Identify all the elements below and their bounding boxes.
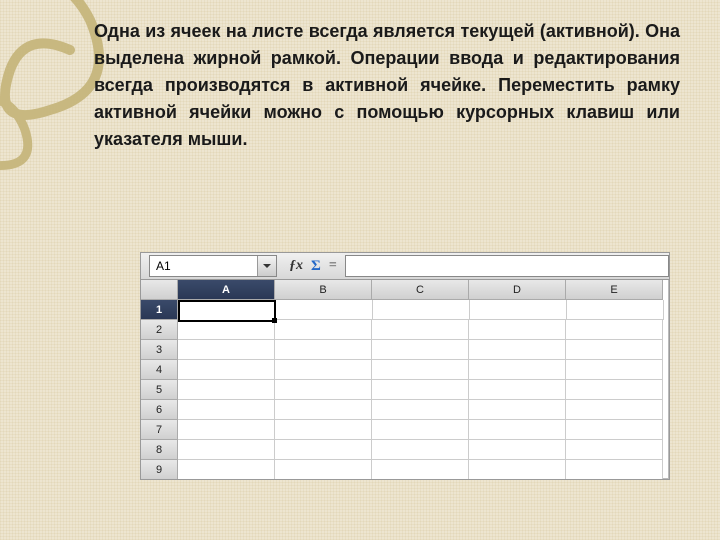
cell[interactable] bbox=[275, 380, 372, 400]
col-header-C[interactable]: C bbox=[372, 280, 469, 300]
cell[interactable] bbox=[469, 460, 566, 480]
cell[interactable] bbox=[275, 320, 372, 340]
table-row: 9 bbox=[141, 460, 669, 480]
table-row: 2 bbox=[141, 320, 669, 340]
cell[interactable] bbox=[469, 440, 566, 460]
cell[interactable] bbox=[469, 340, 566, 360]
name-box-value: A1 bbox=[156, 259, 171, 273]
cell[interactable] bbox=[372, 460, 469, 480]
cell[interactable] bbox=[178, 380, 275, 400]
cell-D1[interactable] bbox=[470, 300, 567, 320]
cell[interactable] bbox=[566, 400, 663, 420]
cell[interactable] bbox=[372, 320, 469, 340]
row-header-4[interactable]: 4 bbox=[141, 360, 178, 380]
formula-bar-icons: ƒx Σ = bbox=[289, 258, 337, 275]
table-row: 6 bbox=[141, 400, 669, 420]
cell[interactable] bbox=[275, 460, 372, 480]
cell[interactable] bbox=[566, 360, 663, 380]
cell[interactable] bbox=[469, 400, 566, 420]
fx-icon[interactable]: ƒx bbox=[289, 258, 303, 274]
row-header-5[interactable]: 5 bbox=[141, 380, 178, 400]
select-all-corner[interactable] bbox=[141, 280, 178, 300]
cell-B1[interactable] bbox=[276, 300, 373, 320]
cell[interactable] bbox=[178, 440, 275, 460]
column-headers-row: A B C D E bbox=[141, 280, 669, 300]
cell[interactable] bbox=[372, 340, 469, 360]
cell[interactable] bbox=[469, 380, 566, 400]
formula-input[interactable] bbox=[345, 255, 669, 277]
col-header-A[interactable]: A bbox=[178, 280, 275, 300]
cell[interactable] bbox=[469, 420, 566, 440]
row-header-9[interactable]: 9 bbox=[141, 460, 178, 480]
table-row: 3 bbox=[141, 340, 669, 360]
table-row: 7 bbox=[141, 420, 669, 440]
cell[interactable] bbox=[566, 340, 663, 360]
cell[interactable] bbox=[566, 420, 663, 440]
equals-icon[interactable]: = bbox=[329, 258, 337, 274]
name-box[interactable]: A1 bbox=[149, 255, 277, 277]
row-header-2[interactable]: 2 bbox=[141, 320, 178, 340]
row-header-3[interactable]: 3 bbox=[141, 340, 178, 360]
cell[interactable] bbox=[178, 420, 275, 440]
cell[interactable] bbox=[178, 360, 275, 380]
cell[interactable] bbox=[275, 440, 372, 460]
row-header-6[interactable]: 6 bbox=[141, 400, 178, 420]
sigma-icon[interactable]: Σ bbox=[311, 258, 321, 275]
col-header-B[interactable]: B bbox=[275, 280, 372, 300]
cell[interactable] bbox=[178, 400, 275, 420]
cell[interactable] bbox=[566, 440, 663, 460]
spreadsheet-screenshot: A1 ƒx Σ = A B C D E 1 2 bbox=[140, 252, 670, 480]
cell[interactable] bbox=[275, 420, 372, 440]
row-header-8[interactable]: 8 bbox=[141, 440, 178, 460]
table-row: 8 bbox=[141, 440, 669, 460]
cell[interactable] bbox=[178, 340, 275, 360]
cell[interactable] bbox=[275, 400, 372, 420]
table-row: 1 bbox=[141, 300, 669, 320]
name-box-dropdown-icon[interactable] bbox=[257, 256, 276, 276]
table-row: 5 bbox=[141, 380, 669, 400]
cell[interactable] bbox=[372, 360, 469, 380]
cell[interactable] bbox=[372, 380, 469, 400]
table-row: 4 bbox=[141, 360, 669, 380]
formula-bar: A1 ƒx Σ = bbox=[141, 253, 669, 280]
cell[interactable] bbox=[469, 360, 566, 380]
row-header-7[interactable]: 7 bbox=[141, 420, 178, 440]
cell-E1[interactable] bbox=[567, 300, 664, 320]
cell[interactable] bbox=[275, 360, 372, 380]
cell[interactable] bbox=[275, 340, 372, 360]
cell[interactable] bbox=[566, 460, 663, 480]
cell-A1[interactable] bbox=[178, 300, 276, 322]
cell[interactable] bbox=[566, 320, 663, 340]
row-header-1[interactable]: 1 bbox=[141, 300, 178, 320]
col-header-E[interactable]: E bbox=[566, 280, 663, 300]
grid-area: A B C D E 1 2 3 4 5 bbox=[141, 280, 669, 480]
cell[interactable] bbox=[372, 440, 469, 460]
cell-C1[interactable] bbox=[373, 300, 470, 320]
cell[interactable] bbox=[372, 400, 469, 420]
main-paragraph: Одна из ячеек на листе всегда является т… bbox=[94, 18, 680, 153]
cell[interactable] bbox=[178, 460, 275, 480]
cell[interactable] bbox=[566, 380, 663, 400]
cell[interactable] bbox=[178, 320, 275, 340]
cell[interactable] bbox=[469, 320, 566, 340]
col-header-D[interactable]: D bbox=[469, 280, 566, 300]
cell[interactable] bbox=[372, 420, 469, 440]
